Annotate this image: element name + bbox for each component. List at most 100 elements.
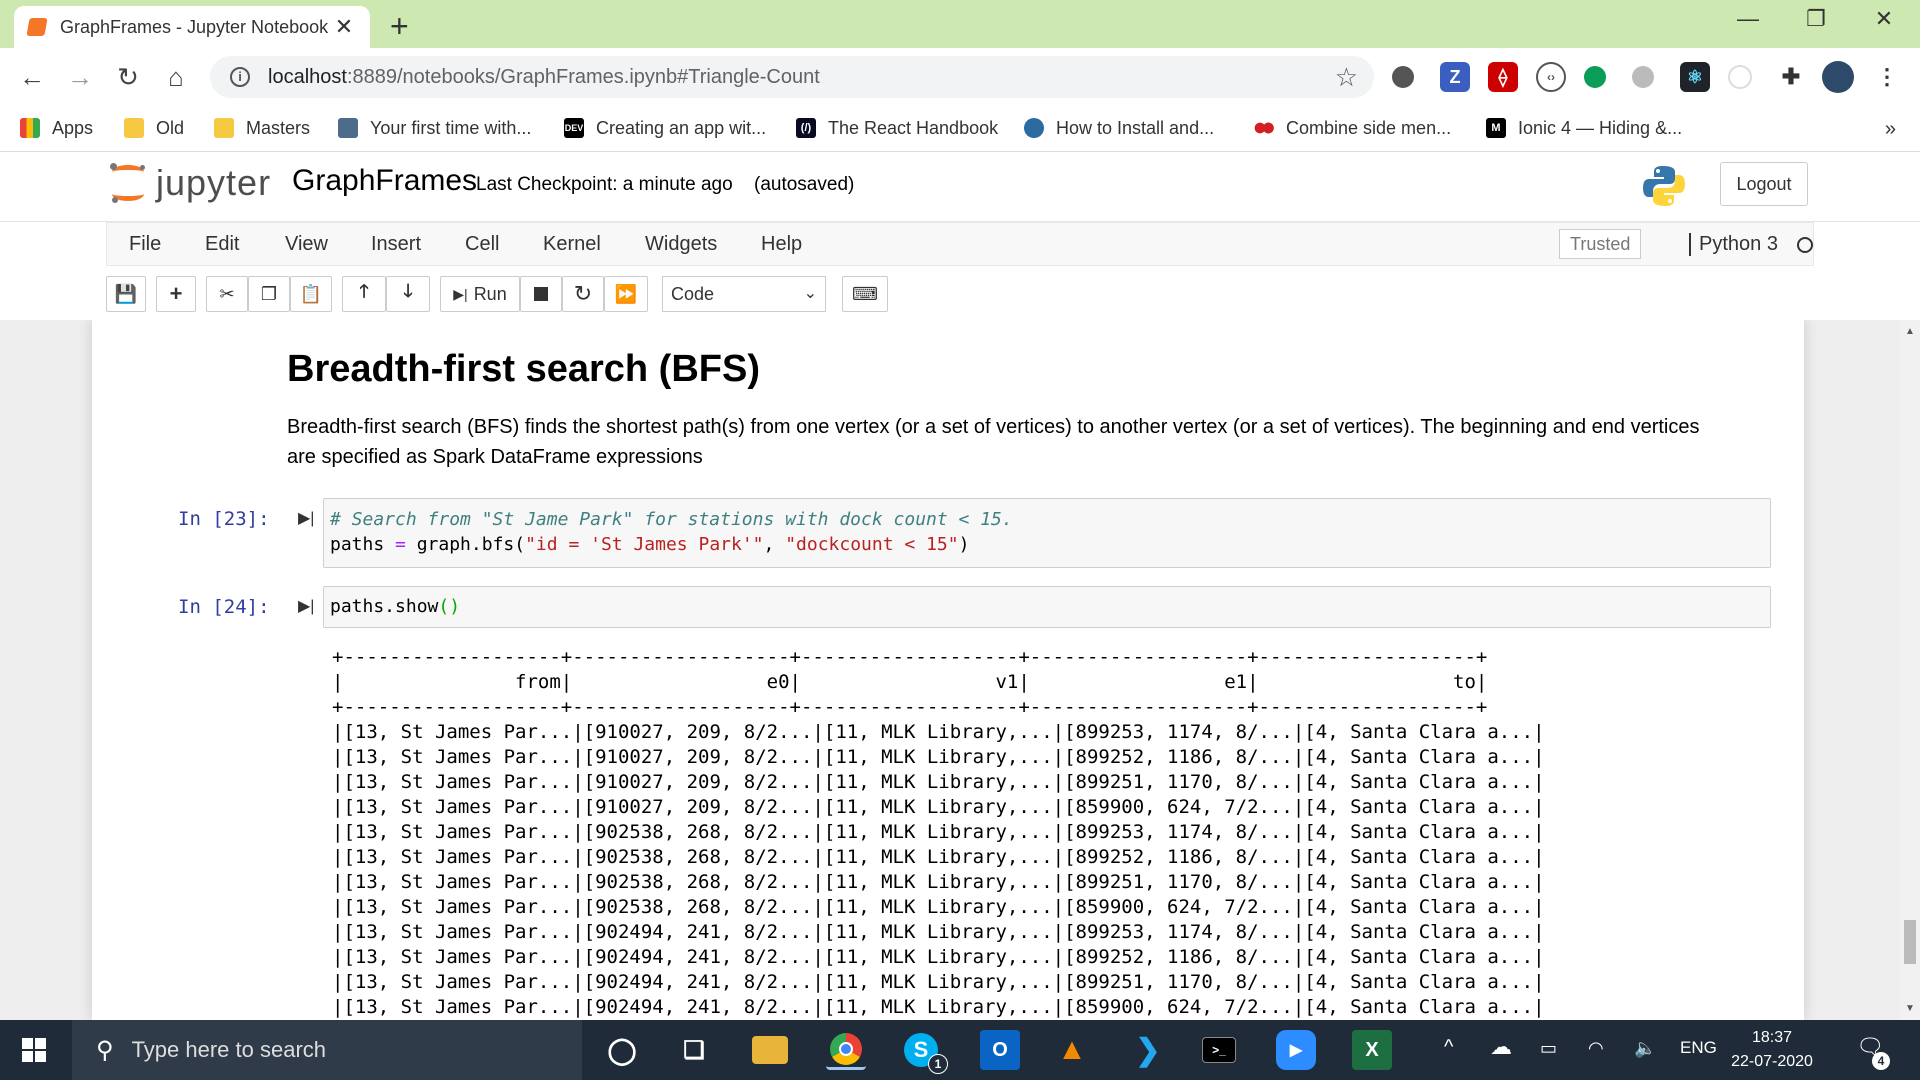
gray-extension-icon[interactable] xyxy=(1632,66,1654,88)
task-view-icon[interactable]: ❏ xyxy=(674,1030,714,1070)
notebook-name[interactable]: GraphFrames xyxy=(292,164,477,198)
chrome-icon[interactable] xyxy=(826,1030,866,1070)
cut-button[interactable]: ✂ xyxy=(206,276,248,312)
bookmark-how-to-install[interactable]: How to Install and... xyxy=(1024,114,1214,142)
zoom-icon[interactable]: ▶ xyxy=(1276,1030,1316,1070)
logout-button[interactable]: Logout xyxy=(1720,162,1808,206)
save-icon: 💾 xyxy=(114,283,138,304)
forward-button[interactable]: → xyxy=(62,62,98,93)
bookmarks-overflow-chevron-icon[interactable]: » xyxy=(1885,118,1896,141)
menu-widgets[interactable]: Widgets xyxy=(645,233,717,256)
page-scrollbar[interactable]: ▲ ▼ xyxy=(1900,320,1920,1020)
light-extension-icon[interactable] xyxy=(1728,65,1752,89)
minimize-button[interactable]: — xyxy=(1728,6,1768,32)
address-bar[interactable]: i localhost:8889/notebooks/GraphFrames.i… xyxy=(210,56,1374,98)
profile-avatar[interactable] xyxy=(1822,61,1854,93)
trusted-indicator[interactable]: Trusted xyxy=(1559,229,1642,259)
react-devtools-icon[interactable]: ⚛ xyxy=(1680,62,1710,92)
new-tab-button[interactable]: + xyxy=(390,8,409,45)
stop-icon xyxy=(534,287,548,301)
zotero-extension-icon[interactable]: Z xyxy=(1440,62,1470,92)
globe-icon xyxy=(1024,118,1044,138)
extension-circle-icon[interactable] xyxy=(1392,66,1414,88)
scroll-up-icon[interactable]: ▲ xyxy=(1905,326,1915,337)
kernel-name[interactable]: Python 3 xyxy=(1689,233,1778,256)
windows-start-icon[interactable] xyxy=(22,1038,46,1062)
red-dots-icon xyxy=(1254,118,1274,138)
insert-cell-button[interactable]: + xyxy=(156,276,196,312)
cortana-icon[interactable]: ◯ xyxy=(602,1030,642,1070)
tray-overflow-chevron-icon[interactable]: ^ xyxy=(1444,1036,1453,1059)
bookmark-apps[interactable]: Apps xyxy=(20,114,93,142)
outlook-icon[interactable]: O xyxy=(980,1030,1020,1070)
folder-icon xyxy=(214,118,234,138)
menu-file[interactable]: File xyxy=(129,233,161,256)
browser-tab-graphframes[interactable]: GraphFrames - Jupyter Notebook ✕ xyxy=(14,6,370,48)
site-info-icon[interactable]: i xyxy=(230,67,250,87)
notification-count-badge: 4 xyxy=(1872,1052,1890,1070)
bookmark-ionic-4[interactable]: M Ionic 4 — Hiding &... xyxy=(1486,114,1682,142)
output-line: |[13, St James Par...|[902538, 268, 8/2.… xyxy=(332,871,1545,893)
language-indicator[interactable]: ENG xyxy=(1680,1038,1717,1058)
acrobat-extension-icon[interactable]: ⟠ xyxy=(1488,62,1518,92)
move-up-button[interactable]: 🡑 xyxy=(342,276,386,312)
bookmark-your-first-time[interactable]: Your first time with... xyxy=(338,114,531,142)
run-button[interactable]: ▶| Run xyxy=(440,276,520,312)
tab-close-icon[interactable]: ✕ xyxy=(332,14,356,40)
bookmark-combine-side-menu[interactable]: Combine side men... xyxy=(1254,114,1451,142)
jupyter-wordmark: jupyter xyxy=(156,162,272,203)
arrow-down-icon: 🡓 xyxy=(403,281,413,301)
copy-button[interactable]: ❐ xyxy=(248,276,290,312)
bookmark-star-icon[interactable]: ☆ xyxy=(1335,62,1358,93)
system-clock[interactable]: 18:37 22-07-2020 xyxy=(1720,1026,1824,1074)
restart-button[interactable]: ↻ xyxy=(562,276,604,312)
excel-icon[interactable]: X xyxy=(1352,1030,1392,1070)
green-extension-icon[interactable] xyxy=(1584,66,1606,88)
run-cell-icon[interactable]: ▶| xyxy=(298,596,314,616)
home-button[interactable]: ⌂ xyxy=(158,62,194,93)
wifi-icon[interactable]: ◠ xyxy=(1588,1038,1604,1059)
scroll-down-icon[interactable]: ▼ xyxy=(1905,1003,1915,1014)
bookmark-react-handbook[interactable]: (/) The React Handbook xyxy=(796,114,998,142)
output-line: |[13, St James Par...|[902494, 241, 8/2.… xyxy=(332,996,1545,1018)
bookmark-old[interactable]: Old xyxy=(124,114,184,142)
window-close-button[interactable]: ✕ xyxy=(1864,6,1904,32)
extensions-puzzle-icon[interactable]: ✚ xyxy=(1776,62,1806,92)
reload-button[interactable]: ↻ xyxy=(110,62,146,93)
move-down-button[interactable]: 🡓 xyxy=(386,276,430,312)
terminal-icon[interactable]: >_ xyxy=(1202,1037,1236,1063)
menu-cell[interactable]: Cell xyxy=(465,233,499,256)
run-cell-icon[interactable]: ▶| xyxy=(298,508,314,528)
file-explorer-icon[interactable] xyxy=(752,1036,788,1064)
code-cell-show[interactable]: paths.show() xyxy=(323,586,1771,628)
paste-button[interactable]: 📋 xyxy=(290,276,332,312)
interrupt-button[interactable] xyxy=(520,276,562,312)
menu-insert[interactable]: Insert xyxy=(371,233,421,256)
code-extension-icon[interactable]: ‹› xyxy=(1536,62,1566,92)
menu-view[interactable]: View xyxy=(285,233,328,256)
restart-run-all-button[interactable]: ⏩ xyxy=(604,276,648,312)
bookmark-masters[interactable]: Masters xyxy=(214,114,310,142)
battery-icon[interactable]: ▭ xyxy=(1540,1038,1557,1059)
output-line: +-------------------+-------------------… xyxy=(332,696,1488,718)
code-cell-bfs[interactable]: # Search from "St Jame Park" for station… xyxy=(323,498,1771,568)
menu-help[interactable]: Help xyxy=(761,233,802,256)
menu-edit[interactable]: Edit xyxy=(205,233,239,256)
volume-icon[interactable]: 🔈 xyxy=(1634,1038,1656,1059)
taskbar-search-box[interactable]: ⚲ Type here to search xyxy=(72,1020,582,1080)
markdown-heading: Breadth-first search (BFS) xyxy=(287,348,760,390)
menu-kernel[interactable]: Kernel xyxy=(543,233,601,256)
onedrive-icon[interactable]: ☁ xyxy=(1490,1034,1512,1060)
chrome-menu-icon[interactable]: ⋮ xyxy=(1872,62,1902,92)
cell-type-select[interactable]: Code ⌄ xyxy=(662,276,826,312)
jupyter-logo[interactable]: jupyter xyxy=(110,162,271,204)
restore-button[interactable]: ❐ xyxy=(1796,6,1836,32)
save-button[interactable]: 💾 xyxy=(106,276,146,312)
scroll-thumb[interactable] xyxy=(1904,920,1916,964)
vscode-icon[interactable]: ❯ xyxy=(1128,1030,1168,1070)
back-button[interactable]: ← xyxy=(14,62,50,93)
command-palette-button[interactable]: ⌨ xyxy=(842,276,888,312)
vlc-icon[interactable]: ▲ xyxy=(1052,1030,1092,1070)
windows-taskbar: ⚲ Type here to search ◯ ❏ S 1 O ▲ ❯ >_ ▶… xyxy=(0,1020,1920,1080)
bookmark-creating-an-app[interactable]: DEV Creating an app wit... xyxy=(564,114,766,142)
